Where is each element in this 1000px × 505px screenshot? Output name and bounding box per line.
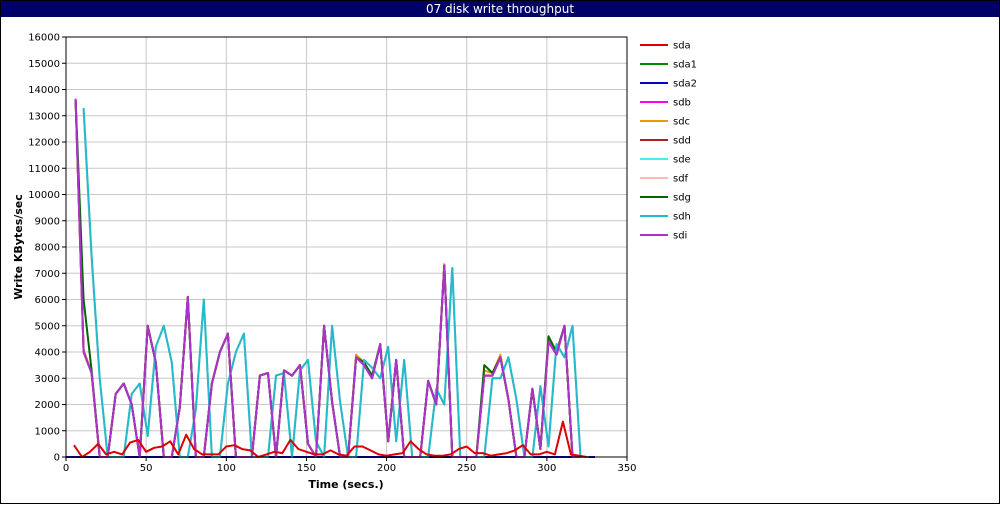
legend-label-sdi: sdi (673, 231, 687, 242)
y-tick-label: 11000 (28, 164, 60, 175)
legend-label-sdg: sdg (673, 193, 691, 204)
y-tick-label: 13000 (28, 111, 60, 122)
legend-label-sdd: sdd (673, 136, 691, 147)
y-tick-label: 14000 (28, 85, 60, 96)
x-tick-label: 150 (297, 463, 316, 474)
y-tick-label: 10000 (28, 190, 60, 201)
legend-label-sdf: sdf (673, 174, 689, 185)
grid-layer (65, 36, 628, 458)
y-tick-label: 2000 (35, 400, 60, 411)
x-tick-label: 50 (140, 463, 153, 474)
y-tick-label: 1000 (35, 426, 60, 437)
legend-label-sda2: sda2 (673, 79, 697, 90)
x-tick-label: 200 (377, 463, 396, 474)
legend-label-sde: sde (673, 155, 691, 166)
x-tick-label: 300 (537, 463, 556, 474)
legend-label-sda: sda (673, 41, 691, 52)
y-tick-label: 0 (54, 453, 60, 464)
x-tick-label: 100 (217, 463, 236, 474)
y-tick-label: 9000 (35, 216, 60, 227)
legend-label-sdb: sdb (673, 98, 691, 109)
y-tick-label: 7000 (35, 269, 60, 280)
chart-window: 07 disk write throughput 0 50 100 150 200 250… (0, 0, 1000, 504)
y-tick-label: 4000 (35, 348, 60, 359)
y-tick-label: 5000 (35, 321, 60, 332)
legend-label-sdc: sdc (673, 117, 690, 128)
x-axis-label: Time (secs.) (308, 478, 383, 491)
x-tick-label: 350 (617, 463, 636, 474)
y-tick-label: 8000 (35, 243, 60, 254)
legend-label-sda1: sda1 (673, 60, 697, 71)
legend: sda sda1 sda2 sdb sdc sdd sde sdf sdg sdh sdi (640, 41, 697, 242)
y-tick-label: 12000 (28, 138, 60, 149)
y-tick-label: 6000 (35, 295, 60, 306)
legend-label-sdh: sdh (673, 212, 691, 223)
y-tick-label: 3000 (35, 374, 60, 385)
chart-svg: 0 50 100 150 200 250 300 350 0 1000 2000 3000 4000 50… (12, 33, 697, 492)
y-axis-label: Write KBytes/sec (12, 194, 25, 300)
y-tick-label: 15000 (28, 59, 60, 70)
y-tick-label: 16000 (28, 33, 60, 44)
x-tick-label: 250 (457, 463, 476, 474)
x-tick-label: 0 (63, 463, 69, 474)
